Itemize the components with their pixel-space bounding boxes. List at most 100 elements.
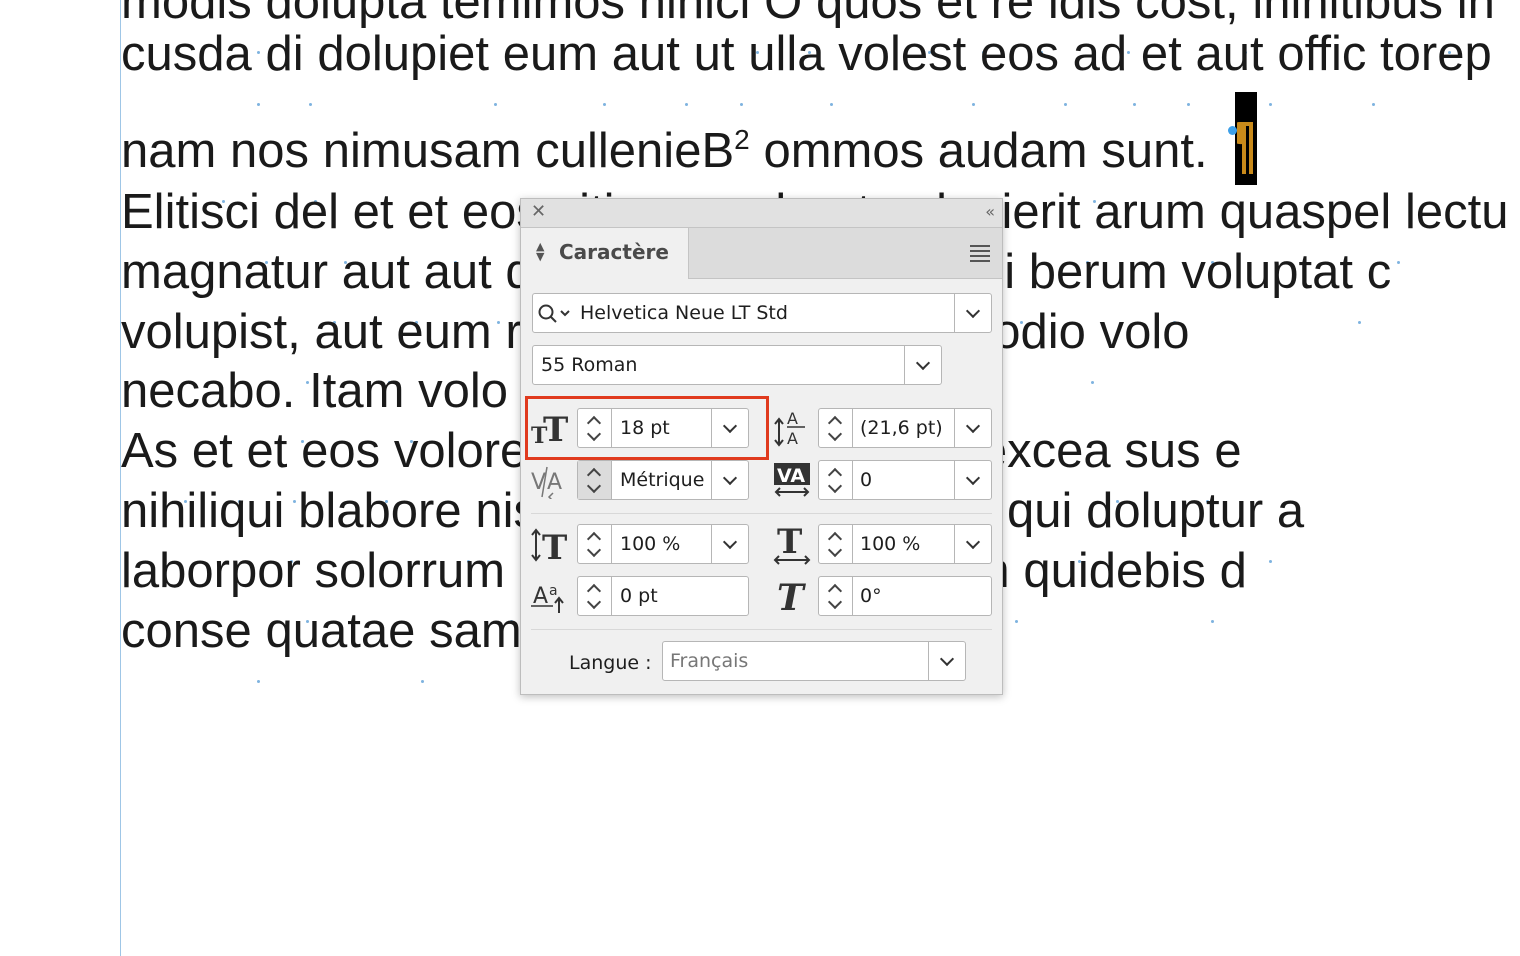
baseline-shift-field[interactable]: 0 pt bbox=[577, 576, 749, 616]
kerning-field[interactable]: Métrique bbox=[577, 460, 749, 500]
leading-stepper[interactable] bbox=[819, 409, 853, 447]
text-word: et bbox=[1140, 27, 1182, 81]
text-word: nam bbox=[121, 124, 217, 178]
chevron-down-icon[interactable] bbox=[711, 461, 748, 499]
font-size-highlight bbox=[525, 396, 769, 460]
tracking-field[interactable]: 0 bbox=[818, 460, 992, 500]
text-word: eos bbox=[979, 27, 1059, 81]
text-word: As bbox=[121, 424, 179, 478]
text-line[interactable]: nam nos nimusam cullenieB2 ommos audam sunt. bbox=[121, 121, 1208, 203]
text-word: voluptat bbox=[1181, 245, 1354, 299]
skew-icon: T bbox=[777, 578, 806, 614]
tab-character[interactable]: ▲ ▼ Caractère bbox=[521, 228, 689, 279]
text-word: cullenieB bbox=[535, 124, 735, 178]
font-family-value: Helvetica Neue LT Std bbox=[580, 302, 788, 324]
skew-stepper[interactable] bbox=[819, 577, 853, 615]
text-line[interactable]: necabo. Itam volo bbox=[121, 361, 508, 443]
pilcrow-icon bbox=[1237, 122, 1253, 174]
text-word: quidebis bbox=[1023, 544, 1206, 598]
tracking-value: 0 bbox=[860, 469, 873, 491]
text-word: eum bbox=[396, 305, 492, 359]
tracking-icon: VA bbox=[774, 463, 810, 497]
text-word: Itam bbox=[309, 364, 405, 418]
text-word: d bbox=[1219, 544, 1247, 598]
panel-tabstrip: ▲ ▼ Caractère bbox=[521, 228, 1002, 279]
text-line[interactable]: cusda di dolupiet eum aut ut ulla volest eos ad et… bbox=[121, 24, 1492, 106]
skew-field[interactable]: 0° bbox=[818, 576, 992, 616]
leading-field[interactable]: (21,6 pt) bbox=[818, 408, 992, 448]
chevron-down-icon[interactable] bbox=[954, 525, 991, 563]
svg-text:T: T bbox=[542, 528, 567, 563]
text-word: offic bbox=[1277, 27, 1367, 81]
text-word: torep bbox=[1380, 27, 1492, 81]
text-word: laborpor bbox=[121, 544, 301, 598]
text-word: volo bbox=[418, 364, 508, 418]
text-word: qui bbox=[1007, 484, 1073, 538]
panel-divider bbox=[531, 513, 992, 514]
kerning-icon: V A bbox=[531, 466, 562, 499]
text-word: volest bbox=[838, 27, 967, 81]
text-word: aut bbox=[423, 245, 492, 299]
text-word: Elitisci bbox=[121, 185, 260, 239]
search-icon[interactable] bbox=[537, 303, 577, 325]
language-select[interactable]: Français bbox=[662, 641, 966, 681]
text-word: nimusam bbox=[322, 124, 522, 178]
baseline-shift-stepper[interactable] bbox=[578, 577, 612, 615]
text-line[interactable]: conse quatae sam bbox=[121, 601, 522, 683]
leading-icon: A A bbox=[774, 409, 805, 448]
text-word: solorrum bbox=[314, 544, 506, 598]
text-word: del bbox=[273, 185, 339, 239]
kerning-value: Métrique bbox=[620, 469, 705, 491]
horizontal-scale-stepper[interactable] bbox=[819, 525, 853, 563]
text-word: necabo. bbox=[121, 364, 296, 418]
panel-menu-icon[interactable] bbox=[970, 245, 990, 262]
text-word: cusda bbox=[121, 27, 252, 81]
text-word: sus bbox=[1124, 424, 1201, 478]
chevron-down-icon[interactable] bbox=[928, 642, 965, 680]
horizontal-scale-value: 100 % bbox=[860, 533, 921, 555]
cursor-handle[interactable] bbox=[1228, 126, 1237, 135]
text-word: ommos bbox=[763, 124, 925, 178]
text-word: volupist, bbox=[121, 305, 301, 359]
font-style-field[interactable]: 55 Roman bbox=[532, 345, 942, 385]
kerning-stepper[interactable] bbox=[578, 461, 612, 499]
text-word: nihiliqui bbox=[121, 484, 285, 538]
vertical-scale-stepper[interactable] bbox=[578, 525, 612, 563]
text-word: ut bbox=[693, 27, 735, 81]
font-family-field[interactable]: Helvetica Neue LT Std bbox=[532, 293, 992, 333]
tab-expand-icon[interactable]: ▲ ▼ bbox=[536, 241, 544, 262]
horizontal-scale-field[interactable]: 100 % bbox=[818, 524, 992, 564]
chevron-down-icon[interactable] bbox=[904, 346, 941, 384]
svg-text:VA: VA bbox=[777, 465, 805, 487]
text-word: conse bbox=[121, 604, 252, 658]
svg-text:A: A bbox=[547, 470, 562, 495]
tracking-stepper[interactable] bbox=[819, 461, 853, 499]
chevron-down-icon[interactable] bbox=[954, 461, 991, 499]
text-word: berum bbox=[1028, 245, 1168, 299]
text-word: ad bbox=[1072, 27, 1128, 81]
svg-text:A: A bbox=[787, 429, 798, 448]
close-icon[interactable]: ✕ bbox=[531, 202, 546, 222]
panel-titlebar[interactable]: ✕ ‹‹ bbox=[521, 199, 1002, 228]
tab-label: Caractère bbox=[559, 240, 669, 264]
horizontal-scale-icon: T bbox=[773, 525, 811, 565]
text-word: et bbox=[246, 424, 288, 478]
collapse-icon[interactable]: ‹‹ bbox=[985, 202, 995, 222]
language-label: Langue : bbox=[569, 652, 652, 674]
text-word: sam bbox=[429, 604, 522, 658]
text-word: eos bbox=[301, 424, 381, 478]
language-value: Français bbox=[670, 650, 749, 672]
chevron-down-icon[interactable] bbox=[711, 525, 748, 563]
text-word: a bbox=[1276, 484, 1305, 538]
chevron-down-icon[interactable] bbox=[954, 409, 991, 447]
text-word: audam bbox=[937, 124, 1088, 178]
text-word: aut bbox=[611, 27, 680, 81]
vertical-scale-field[interactable]: 100 % bbox=[577, 524, 749, 564]
chevron-down-icon[interactable] bbox=[954, 294, 991, 332]
text-word: aut bbox=[1195, 27, 1264, 81]
skew-value: 0° bbox=[860, 585, 882, 607]
baseline-shift-icon: A a bbox=[531, 583, 564, 613]
text-word: quaspel bbox=[1219, 185, 1392, 239]
text-word: eum bbox=[502, 27, 599, 81]
vertical-scale-icon: T bbox=[531, 528, 567, 563]
